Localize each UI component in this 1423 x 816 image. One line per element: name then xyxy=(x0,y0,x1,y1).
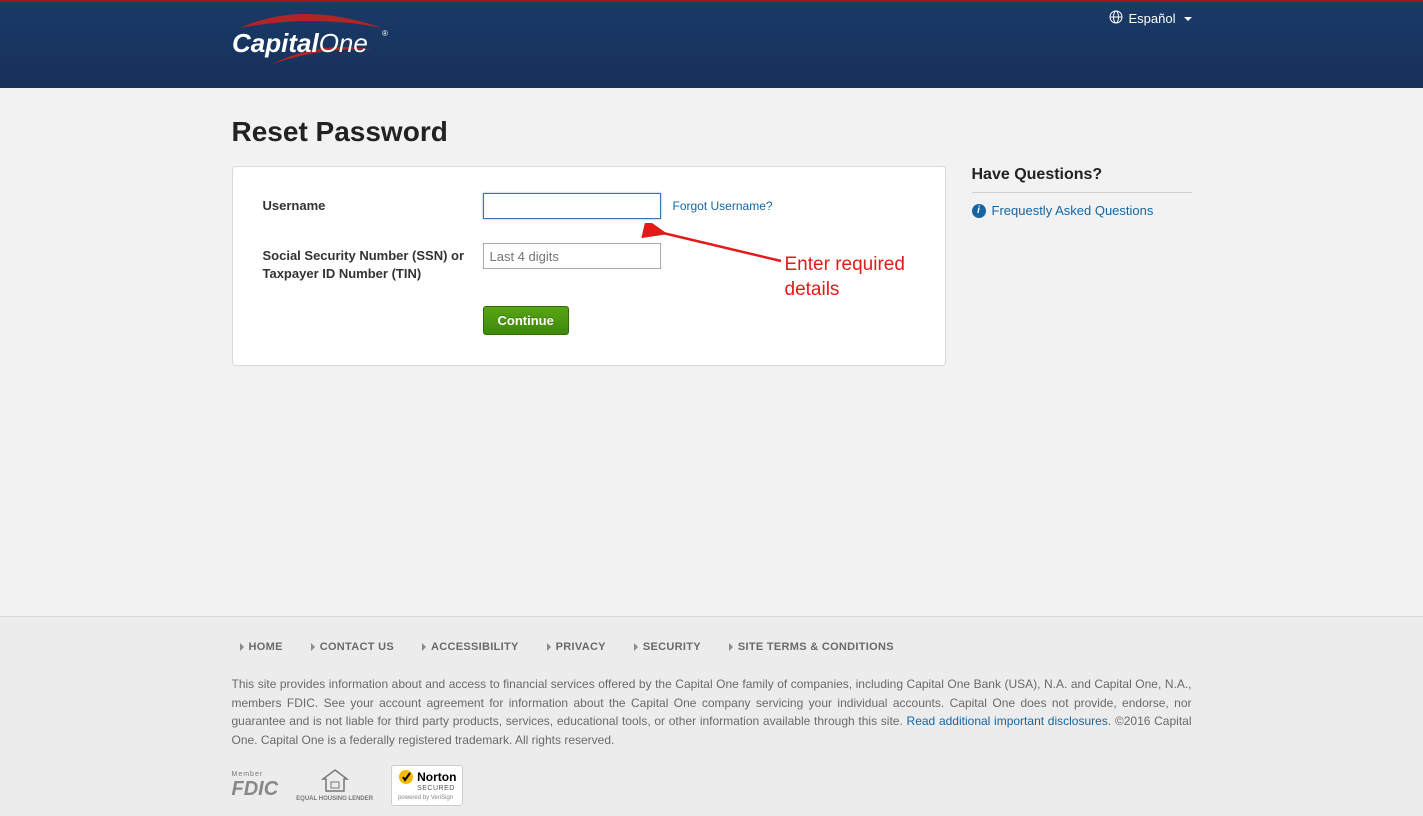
info-icon: i xyxy=(972,204,986,218)
sidebar-title: Have Questions? xyxy=(972,166,1192,193)
sidebar: Have Questions? i Frequestly Asked Quest… xyxy=(972,116,1192,218)
svg-text:CapitalOne: CapitalOne xyxy=(232,28,368,58)
footer: HOME CONTACT US ACCESSIBILITY PRIVACY SE… xyxy=(0,616,1423,816)
footer-nav: HOME CONTACT US ACCESSIBILITY PRIVACY SE… xyxy=(240,641,1192,653)
forgot-username-link[interactable]: Forgot Username? xyxy=(673,199,773,213)
continue-button[interactable]: Continue xyxy=(483,306,569,335)
page-title: Reset Password xyxy=(232,116,946,148)
footer-disclosure: This site provides information about and… xyxy=(232,675,1192,749)
footer-nav-accessibility[interactable]: ACCESSIBILITY xyxy=(422,641,519,653)
ssn-input[interactable] xyxy=(483,243,661,269)
equal-housing-badge: EQUAL HOUSING LENDER xyxy=(296,769,373,803)
faq-link[interactable]: i Frequestly Asked Questions xyxy=(972,203,1192,218)
fdic-badge: Member FDIC xyxy=(232,771,279,801)
language-label: Español xyxy=(1129,11,1176,26)
brand-logo[interactable]: CapitalOne ® xyxy=(232,10,392,79)
ssn-label: Social Security Number (SSN) or Taxpayer… xyxy=(263,243,483,282)
globe-icon xyxy=(1109,10,1123,27)
footer-nav-privacy[interactable]: PRIVACY xyxy=(547,641,606,653)
disclosure-link[interactable]: Read additional important disclosures xyxy=(907,714,1108,728)
footer-nav-contact[interactable]: CONTACT US xyxy=(311,641,394,653)
footer-nav-home[interactable]: HOME xyxy=(240,641,283,653)
footer-badges: Member FDIC EQUAL HOUSING LENDER Norton … xyxy=(232,765,1192,805)
caret-down-icon xyxy=(1184,17,1192,21)
norton-badge: Norton SECURED powered by VeriSign xyxy=(391,765,463,805)
reset-password-card: Username Forgot Username? Social Securit… xyxy=(232,166,946,366)
faq-label: Frequestly Asked Questions xyxy=(992,203,1154,218)
header-bar: CapitalOne ® Español xyxy=(0,0,1423,88)
svg-text:®: ® xyxy=(382,29,388,38)
footer-nav-terms[interactable]: SITE TERMS & CONDITIONS xyxy=(729,641,894,653)
username-label: Username xyxy=(263,193,483,215)
footer-nav-security[interactable]: SECURITY xyxy=(634,641,701,653)
language-selector[interactable]: Español xyxy=(1109,10,1192,27)
username-input[interactable] xyxy=(483,193,661,219)
